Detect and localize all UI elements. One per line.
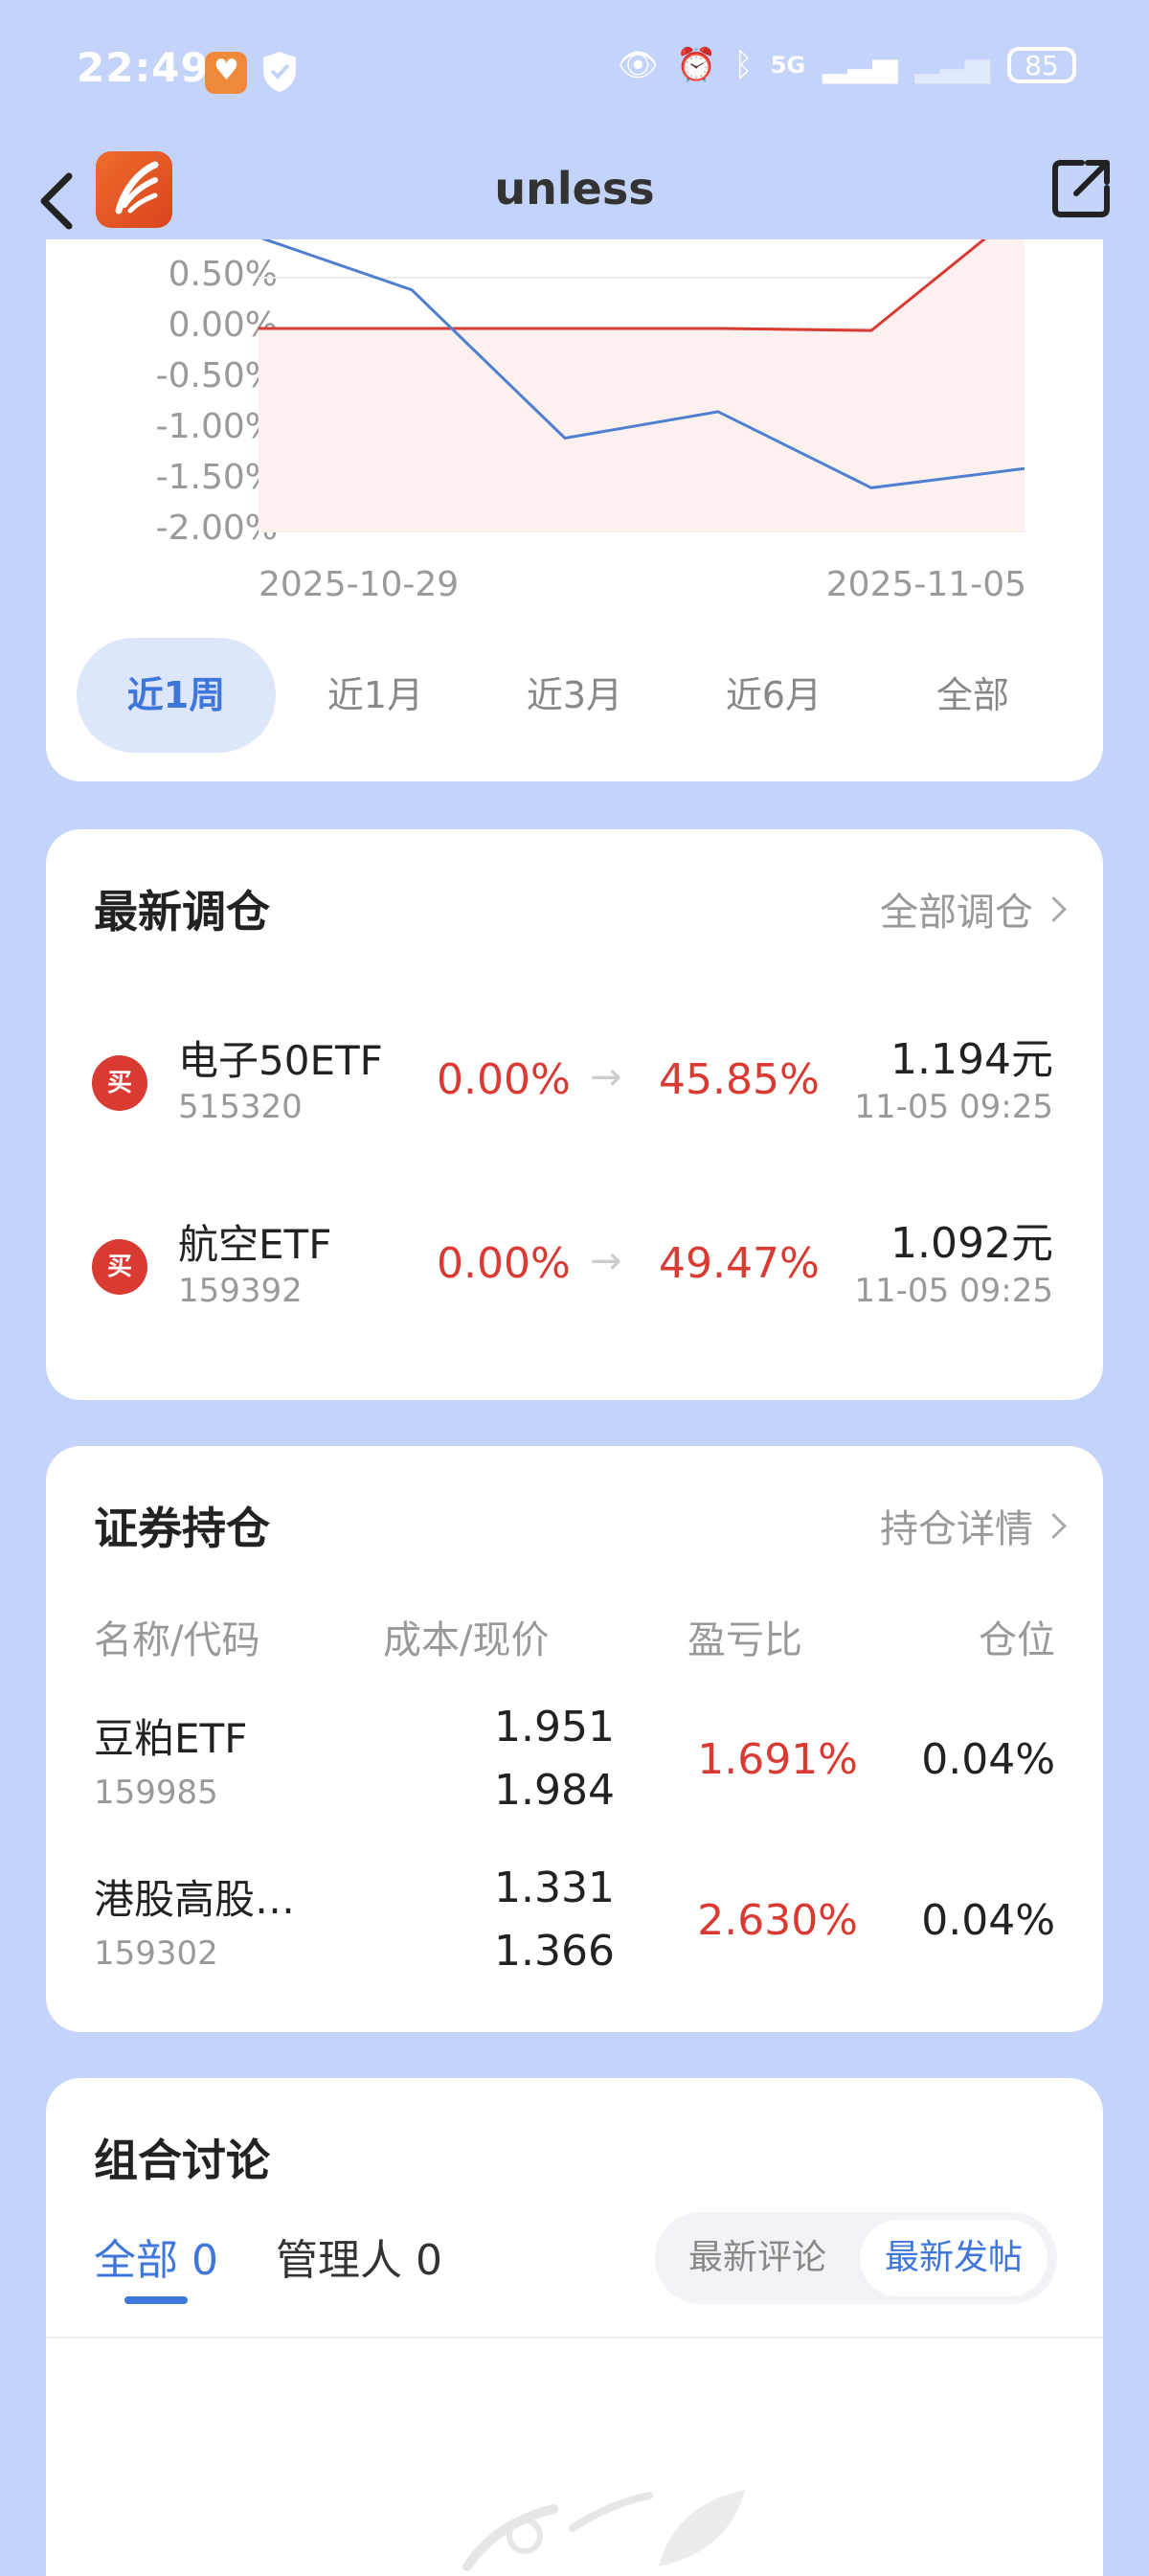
buy-badge: 买 — [92, 1055, 147, 1111]
trade-time: 11-05 09:25 — [854, 1088, 1053, 1126]
signal-2-icon: ▂▃▅ — [914, 46, 990, 84]
trade-from-weight: 0.00% — [437, 1239, 571, 1288]
rebalance-card: 最新调仓 全部调仓 买 电子50ETF 515320 0.00% → 45.85… — [46, 829, 1103, 1400]
return-chart-card: 0.50% 0.00% -0.50% -1.00% -1.50% -2.00% … — [46, 239, 1103, 781]
x-tick-label: 2025-11-05 — [825, 565, 1026, 604]
trade-price: 1.092元 — [890, 1219, 1053, 1268]
tab-manager[interactable]: 管理人 0 — [276, 2226, 442, 2287]
trade-to-weight: 45.85% — [659, 1055, 820, 1104]
holding-position: 0.04% — [921, 1896, 1055, 1945]
active-tab-indicator — [124, 2296, 188, 2304]
empty-state-illustration-icon — [462, 2490, 745, 2571]
holdings-card: 证券持仓 持仓详情 名称/代码 成本/现价 盈亏比 仓位 豆粕ETF 15998… — [46, 1446, 1103, 2032]
trade-code: 159392 — [178, 1272, 303, 1310]
arrow-right-icon: → — [590, 1239, 622, 1283]
all-rebalance-label: 全部调仓 — [880, 891, 1033, 935]
holding-row[interactable]: 豆粕ETF 159985 1.951 1.984 1.691% 0.04% — [46, 1703, 1103, 1867]
y-tick-label: -1.50% — [155, 458, 278, 497]
trade-from-weight: 0.00% — [437, 1055, 571, 1104]
shield-icon — [263, 52, 296, 92]
holding-name: 港股高股… — [94, 1876, 296, 1923]
holding-cost: 1.331 — [494, 1864, 615, 1912]
y-tick-label: -0.50% — [155, 356, 278, 395]
line-chart[interactable] — [259, 239, 1025, 546]
trade-row[interactable]: 买 航空ETF 159392 0.00% → 49.47% 1.092元 11-… — [46, 1201, 1103, 1344]
holding-code: 159985 — [94, 1774, 218, 1812]
trade-name: 航空ETF — [178, 1221, 332, 1268]
trade-name: 电子50ETF — [178, 1037, 383, 1084]
holding-position: 0.04% — [921, 1735, 1055, 1784]
trade-code: 515320 — [178, 1088, 303, 1126]
holdings-title: 证券持仓 — [94, 1503, 270, 1554]
holding-price: 1.366 — [494, 1927, 615, 1976]
heart-app-icon — [205, 52, 247, 94]
divider — [46, 2337, 1103, 2339]
column-header: 名称/代码 — [94, 1618, 260, 1662]
all-rebalance-link[interactable]: 全部调仓 — [880, 881, 1067, 937]
alarm-icon: ⏰ — [675, 46, 717, 84]
sort-toggle: 最新评论 最新发帖 — [655, 2212, 1057, 2304]
period-all[interactable]: 全部 — [873, 638, 1072, 753]
bluetooth-icon: ᛒ — [733, 46, 754, 84]
period-1m[interactable]: 近1月 — [276, 638, 475, 753]
column-header: 成本/现价 — [383, 1618, 550, 1662]
buy-badge: 买 — [92, 1239, 147, 1295]
holdings-detail-link[interactable]: 持仓详情 — [880, 1498, 1067, 1553]
battery-level: 85 — [1025, 49, 1059, 81]
holding-price: 1.984 — [494, 1766, 615, 1815]
trade-to-weight: 49.47% — [659, 1239, 820, 1288]
share-icon[interactable] — [1048, 155, 1115, 222]
period-selector: 近1周 近1月 近3月 近6月 全部 — [77, 638, 1072, 753]
battery-indicator: 85 — [1007, 47, 1076, 83]
trade-time: 11-05 09:25 — [854, 1272, 1053, 1310]
holding-name: 豆粕ETF — [94, 1715, 248, 1762]
status-indicators: 👁 ⏰ ᛒ 5G ▂▃▅ ▂▃▅ 85 — [618, 46, 1076, 84]
chevron-right-icon — [1041, 1512, 1067, 1539]
y-tick-label: 0.50% — [168, 255, 278, 294]
page-title: unless — [494, 163, 655, 215]
rebalance-title: 最新调仓 — [94, 886, 270, 938]
y-tick-label: -1.00% — [155, 407, 278, 446]
holding-row[interactable]: 港股高股… 159302 1.331 1.366 2.630% 0.04% — [46, 1864, 1103, 2028]
holding-code: 159302 — [94, 1934, 218, 1973]
tab-all[interactable]: 全部 0 — [94, 2226, 218, 2287]
holding-pnl: 2.630% — [697, 1896, 858, 1945]
discussion-card: 组合讨论 全部 0 管理人 0 最新评论 最新发帖 — [46, 2078, 1103, 2576]
eye-icon: 👁 — [617, 46, 659, 84]
column-header: 仓位 — [979, 1618, 1055, 1662]
status-time: 22:49 — [77, 44, 210, 91]
holding-pnl: 1.691% — [697, 1735, 858, 1784]
period-6m[interactable]: 近6月 — [674, 638, 873, 753]
sort-latest-comment[interactable]: 最新评论 — [666, 2220, 848, 2296]
series-area — [259, 239, 1025, 531]
arrow-right-icon: → — [590, 1055, 622, 1099]
period-3m[interactable]: 近3月 — [475, 638, 674, 753]
period-1w[interactable]: 近1周 — [77, 638, 276, 753]
trade-row[interactable]: 买 电子50ETF 515320 0.00% → 45.85% 1.194元 1… — [46, 1017, 1103, 1161]
sort-latest-post[interactable]: 最新发帖 — [860, 2220, 1048, 2296]
trade-price: 1.194元 — [890, 1035, 1053, 1084]
x-tick-label: 2025-10-29 — [259, 565, 460, 604]
column-header: 盈亏比 — [687, 1618, 802, 1662]
y-tick-label: 0.00% — [168, 305, 278, 345]
network-label: 5G — [770, 52, 806, 79]
y-tick-label: -2.00% — [155, 508, 278, 548]
discussion-title: 组合讨论 — [94, 2135, 270, 2186]
chevron-right-icon — [1041, 895, 1067, 922]
signal-icon: ▂▃▅ — [822, 46, 898, 84]
holding-cost: 1.951 — [494, 1703, 615, 1751]
holdings-detail-label: 持仓详情 — [880, 1507, 1033, 1551]
status-bar: 22:49 👁 ⏰ ᛒ 5G ▂▃▅ ▂▃▅ 85 — [0, 0, 1149, 144]
